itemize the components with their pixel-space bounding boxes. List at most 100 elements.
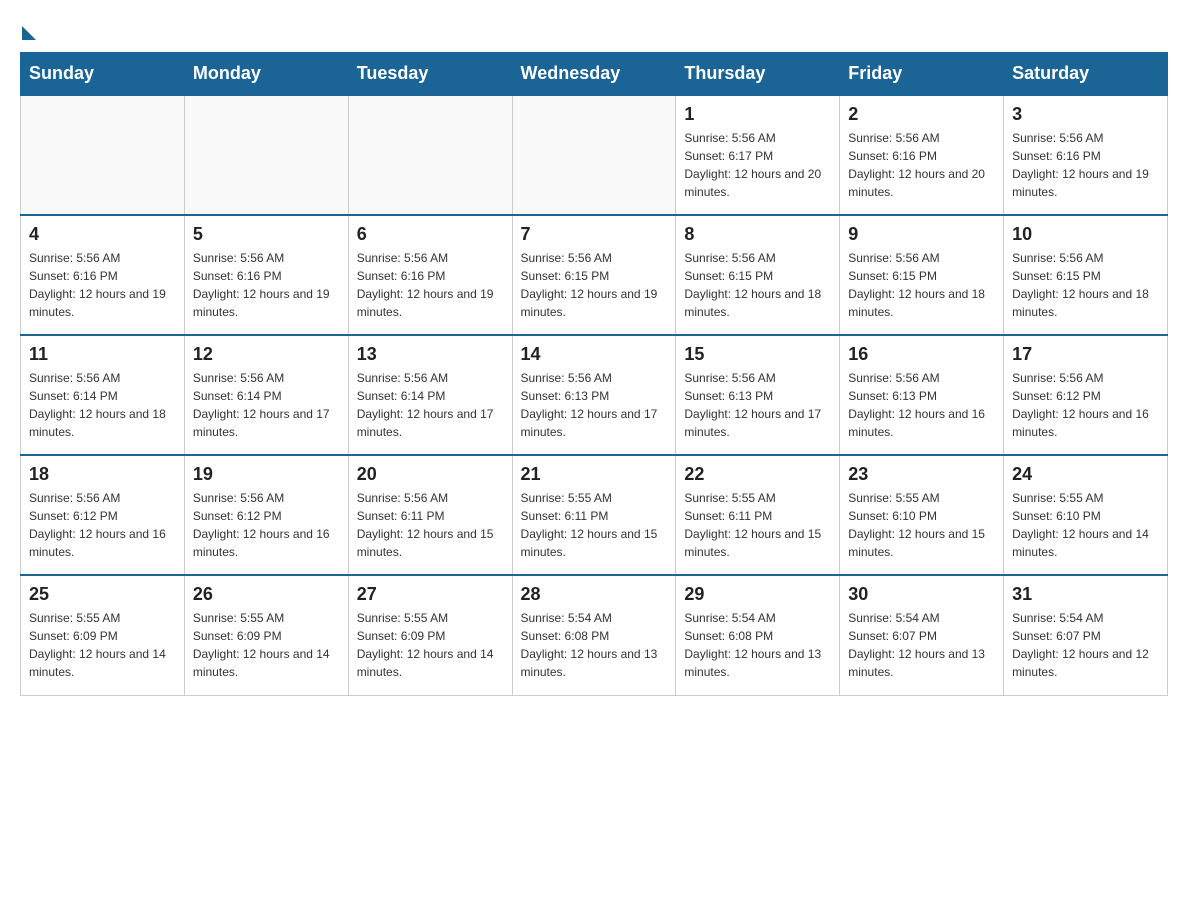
day-number: 7 <box>521 224 668 245</box>
day-info: Sunrise: 5:56 AM Sunset: 6:11 PM Dayligh… <box>357 489 504 561</box>
calendar-cell: 3 Sunrise: 5:56 AM Sunset: 6:16 PM Daylig… <box>1004 95 1168 215</box>
calendar-cell: 5Sunrise: 5:56 AM Sunset: 6:16 PM Daylig… <box>184 215 348 335</box>
calendar-header-row: Sunday Monday Tuesday Wednesday Thursday… <box>21 53 1168 96</box>
calendar-cell: 6 Sunrise: 5:56 AM Sunset: 6:16 PM Daylig… <box>348 215 512 335</box>
calendar-cell: 16Sunrise: 5:56 AM Sunset: 6:13 PM Dayli… <box>840 335 1004 455</box>
day-info: Sunrise: 5:56 AM Sunset: 6:13 PM Dayligh… <box>684 369 831 441</box>
day-info: Sunrise: 5:56 AM Sunset: 6:14 PM Dayligh… <box>29 369 176 441</box>
day-number: 24 <box>1012 464 1159 485</box>
day-info: Sunrise: 5:56 AM Sunset: 6:17 PM Dayligh… <box>684 129 831 201</box>
day-number: 3 <box>1012 104 1159 125</box>
day-info: Sunrise: 5:55 AM Sunset: 6:09 PM Dayligh… <box>193 609 340 681</box>
header-monday: Monday <box>184 53 348 96</box>
logo <box>20 20 36 32</box>
calendar-table: Sunday Monday Tuesday Wednesday Thursday… <box>20 52 1168 696</box>
calendar-cell: 26 Sunrise: 5:55 AM Sunset: 6:09 PM Dayli… <box>184 575 348 695</box>
calendar-cell: 10 Sunrise: 5:56 AM Sunset: 6:15 PM Dayli… <box>1004 215 1168 335</box>
day-number: 19 <box>193 464 340 485</box>
day-info: Sunrise: 5:54 AM Sunset: 6:07 PM Dayligh… <box>1012 609 1159 681</box>
header-saturday: Saturday <box>1004 53 1168 96</box>
day-info: Sunrise: 5:56 AM Sunset: 6:16 PM Dayligh… <box>357 249 504 321</box>
calendar-cell: 20 Sunrise: 5:56 AM Sunset: 6:11 PM Dayli… <box>348 455 512 575</box>
day-number: 14 <box>521 344 668 365</box>
day-number: 1 <box>684 104 831 125</box>
header-thursday: Thursday <box>676 53 840 96</box>
day-number: 9 <box>848 224 995 245</box>
calendar-week-row-3: 18Sunrise: 5:56 AM Sunset: 6:12 PM Dayli… <box>21 455 1168 575</box>
header-sunday: Sunday <box>21 53 185 96</box>
calendar-cell: 17 Sunrise: 5:56 AM Sunset: 6:12 PM Dayli… <box>1004 335 1168 455</box>
header-friday: Friday <box>840 53 1004 96</box>
calendar-cell: 27Sunrise: 5:55 AM Sunset: 6:09 PM Dayli… <box>348 575 512 695</box>
calendar-cell: 11 Sunrise: 5:56 AM Sunset: 6:14 PM Dayli… <box>21 335 185 455</box>
day-number: 29 <box>684 584 831 605</box>
day-info: Sunrise: 5:54 AM Sunset: 6:07 PM Dayligh… <box>848 609 995 681</box>
calendar-cell: 12 Sunrise: 5:56 AM Sunset: 6:14 PM Dayli… <box>184 335 348 455</box>
day-number: 30 <box>848 584 995 605</box>
day-info: Sunrise: 5:56 AM Sunset: 6:15 PM Dayligh… <box>684 249 831 321</box>
calendar-cell: 24 Sunrise: 5:55 AM Sunset: 6:10 PM Dayli… <box>1004 455 1168 575</box>
day-info: Sunrise: 5:56 AM Sunset: 6:12 PM Dayligh… <box>29 489 176 561</box>
day-number: 31 <box>1012 584 1159 605</box>
day-number: 13 <box>357 344 504 365</box>
calendar-week-row-2: 11 Sunrise: 5:56 AM Sunset: 6:14 PM Dayli… <box>21 335 1168 455</box>
day-info: Sunrise: 5:56 AM Sunset: 6:16 PM Dayligh… <box>1012 129 1159 201</box>
day-number: 25 <box>29 584 176 605</box>
calendar-cell: 21Sunrise: 5:55 AM Sunset: 6:11 PM Dayli… <box>512 455 676 575</box>
calendar-cell: 14 Sunrise: 5:56 AM Sunset: 6:13 PM Dayli… <box>512 335 676 455</box>
day-number: 8 <box>684 224 831 245</box>
day-info: Sunrise: 5:56 AM Sunset: 6:14 PM Dayligh… <box>193 369 340 441</box>
day-number: 5 <box>193 224 340 245</box>
page-header <box>20 20 1168 32</box>
calendar-cell <box>21 95 185 215</box>
day-info: Sunrise: 5:54 AM Sunset: 6:08 PM Dayligh… <box>684 609 831 681</box>
day-number: 20 <box>357 464 504 485</box>
day-number: 22 <box>684 464 831 485</box>
calendar-cell: 31 Sunrise: 5:54 AM Sunset: 6:07 PM Dayli… <box>1004 575 1168 695</box>
calendar-cell: 7 Sunrise: 5:56 AM Sunset: 6:15 PM Daylig… <box>512 215 676 335</box>
calendar-cell: 18Sunrise: 5:56 AM Sunset: 6:12 PM Dayli… <box>21 455 185 575</box>
day-number: 28 <box>521 584 668 605</box>
day-number: 2 <box>848 104 995 125</box>
calendar-week-row-0: 1 Sunrise: 5:56 AM Sunset: 6:17 PM Daylig… <box>21 95 1168 215</box>
day-info: Sunrise: 5:56 AM Sunset: 6:16 PM Dayligh… <box>848 129 995 201</box>
day-info: Sunrise: 5:56 AM Sunset: 6:16 PM Dayligh… <box>29 249 176 321</box>
calendar-cell: 8 Sunrise: 5:56 AM Sunset: 6:15 PM Daylig… <box>676 215 840 335</box>
day-number: 23 <box>848 464 995 485</box>
day-number: 26 <box>193 584 340 605</box>
day-number: 11 <box>29 344 176 365</box>
calendar-cell: 15 Sunrise: 5:56 AM Sunset: 6:13 PM Dayli… <box>676 335 840 455</box>
day-number: 6 <box>357 224 504 245</box>
calendar-cell: 9Sunrise: 5:56 AM Sunset: 6:15 PM Daylig… <box>840 215 1004 335</box>
calendar-cell: 28Sunrise: 5:54 AM Sunset: 6:08 PM Dayli… <box>512 575 676 695</box>
day-info: Sunrise: 5:56 AM Sunset: 6:15 PM Dayligh… <box>1012 249 1159 321</box>
day-info: Sunrise: 5:56 AM Sunset: 6:12 PM Dayligh… <box>1012 369 1159 441</box>
day-info: Sunrise: 5:55 AM Sunset: 6:10 PM Dayligh… <box>848 489 995 561</box>
calendar-week-row-1: 4 Sunrise: 5:56 AM Sunset: 6:16 PM Daylig… <box>21 215 1168 335</box>
calendar-cell: 4 Sunrise: 5:56 AM Sunset: 6:16 PM Daylig… <box>21 215 185 335</box>
day-info: Sunrise: 5:56 AM Sunset: 6:13 PM Dayligh… <box>848 369 995 441</box>
calendar-cell: 23 Sunrise: 5:55 AM Sunset: 6:10 PM Dayli… <box>840 455 1004 575</box>
day-info: Sunrise: 5:56 AM Sunset: 6:15 PM Dayligh… <box>521 249 668 321</box>
day-info: Sunrise: 5:56 AM Sunset: 6:13 PM Dayligh… <box>521 369 668 441</box>
calendar-cell <box>512 95 676 215</box>
calendar-cell: 29 Sunrise: 5:54 AM Sunset: 6:08 PM Dayli… <box>676 575 840 695</box>
day-info: Sunrise: 5:55 AM Sunset: 6:10 PM Dayligh… <box>1012 489 1159 561</box>
calendar-cell <box>184 95 348 215</box>
header-tuesday: Tuesday <box>348 53 512 96</box>
logo-triangle-icon <box>22 26 36 40</box>
calendar-week-row-4: 25 Sunrise: 5:55 AM Sunset: 6:09 PM Dayli… <box>21 575 1168 695</box>
calendar-cell: 1 Sunrise: 5:56 AM Sunset: 6:17 PM Daylig… <box>676 95 840 215</box>
calendar-cell: 30 Sunrise: 5:54 AM Sunset: 6:07 PM Dayli… <box>840 575 1004 695</box>
day-number: 12 <box>193 344 340 365</box>
day-info: Sunrise: 5:55 AM Sunset: 6:11 PM Dayligh… <box>521 489 668 561</box>
day-info: Sunrise: 5:55 AM Sunset: 6:09 PM Dayligh… <box>29 609 176 681</box>
day-number: 4 <box>29 224 176 245</box>
day-info: Sunrise: 5:55 AM Sunset: 6:11 PM Dayligh… <box>684 489 831 561</box>
day-number: 27 <box>357 584 504 605</box>
day-number: 10 <box>1012 224 1159 245</box>
day-number: 15 <box>684 344 831 365</box>
day-number: 17 <box>1012 344 1159 365</box>
calendar-cell: 25 Sunrise: 5:55 AM Sunset: 6:09 PM Dayli… <box>21 575 185 695</box>
calendar-cell: 19Sunrise: 5:56 AM Sunset: 6:12 PM Dayli… <box>184 455 348 575</box>
